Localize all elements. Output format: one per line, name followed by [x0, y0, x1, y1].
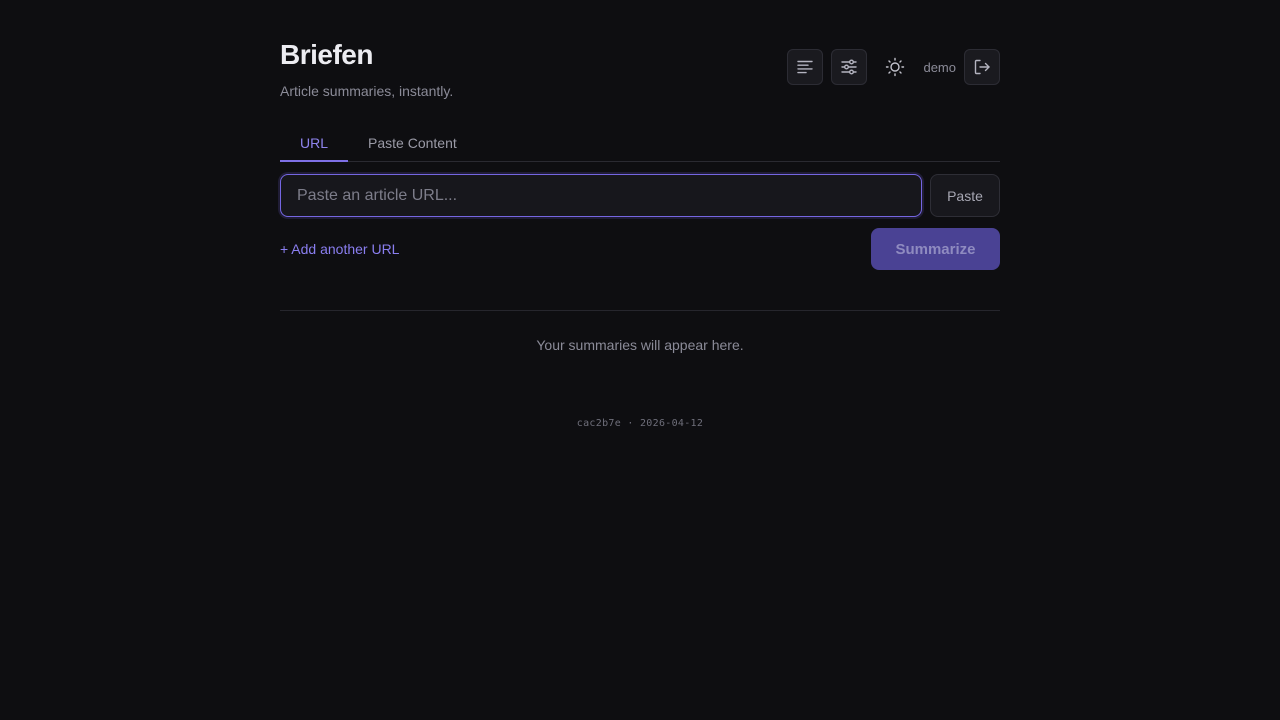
build-info: cac2b7e · 2026-04-12 [576, 418, 704, 429]
theme-toggle-button[interactable] [877, 49, 913, 85]
empty-summaries-message: Your summaries will appear here. [536, 337, 744, 353]
logout-button[interactable] [964, 49, 1000, 85]
app-subtitle: Article summaries, instantly. [280, 83, 454, 99]
text-align-left-icon [797, 60, 814, 74]
add-another-url-link[interactable]: + Add another URL [280, 240, 399, 258]
settings-sliders-button[interactable] [831, 49, 868, 85]
input-mode-tabs: URL Paste Content [280, 124, 1000, 162]
summarize-button[interactable]: Summarize [871, 228, 1000, 270]
tab-paste-content[interactable]: Paste Content [348, 124, 477, 161]
sun-icon [886, 57, 905, 77]
tab-url[interactable]: URL [280, 124, 349, 162]
sliders-icon [841, 59, 858, 75]
logout-icon [974, 59, 990, 75]
url-input[interactable] [280, 174, 922, 217]
section-divider [280, 310, 1000, 311]
text-align-left-button[interactable] [787, 49, 824, 85]
username-label: demo [923, 59, 956, 75]
header-actions: demo [787, 49, 1000, 85]
app-container: Briefen Article summaries, instantly. de… [280, 0, 1000, 720]
app-title: Briefen [280, 39, 373, 70]
paste-button[interactable]: Paste [930, 174, 1000, 217]
